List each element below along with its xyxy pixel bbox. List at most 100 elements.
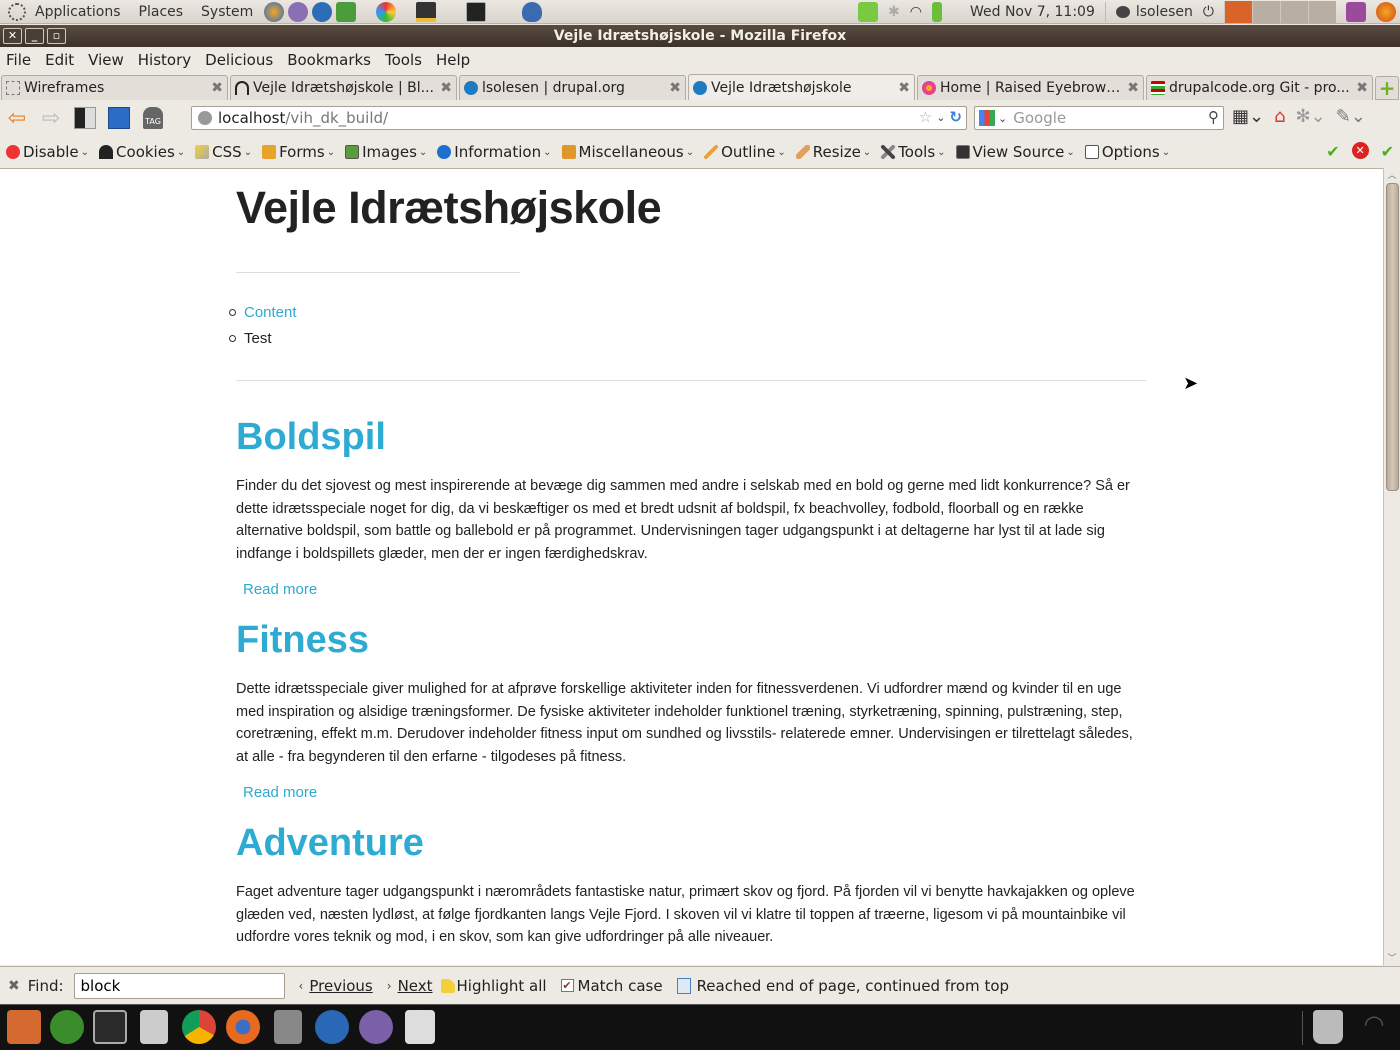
window-button[interactable]: [1308, 1, 1336, 23]
picasa-launcher-icon[interactable]: [376, 1, 397, 22]
firebug-icon[interactable]: ✻⌄: [1296, 106, 1326, 127]
menu-history[interactable]: History: [131, 51, 198, 69]
nav-item-content[interactable]: Content: [229, 299, 1146, 325]
article-title[interactable]: Fitness: [236, 616, 1146, 664]
window-button[interactable]: [1280, 1, 1308, 23]
battery-icon[interactable]: [931, 2, 942, 22]
html-valid-check-icon[interactable]: ✔: [1381, 142, 1394, 161]
wd-resize-menu[interactable]: Resize ⌄: [790, 143, 875, 161]
thunderbird-app-icon[interactable]: [315, 1010, 349, 1044]
panel-menu-applications[interactable]: Applications: [26, 4, 130, 20]
window-maximize-button[interactable]: ▫: [47, 28, 66, 44]
calculator-app-icon[interactable]: [274, 1010, 302, 1044]
forward-button[interactable]: ⇨: [38, 105, 64, 131]
menu-file[interactable]: File: [0, 51, 38, 69]
new-tab-button[interactable]: +: [1375, 76, 1399, 100]
vertical-scrollbar[interactable]: ︿ ﹀: [1383, 168, 1400, 965]
tab-vejle-blog[interactable]: Vejle Idrætshøjskole | Bl... ✖: [230, 75, 457, 100]
window-list[interactable]: [1224, 1, 1336, 23]
wd-css-menu[interactable]: CSS ⌄: [189, 143, 256, 161]
workspace-switcher-icon[interactable]: [1346, 2, 1366, 22]
search-input[interactable]: ⌄ Google ⚲: [974, 106, 1224, 130]
reload-button[interactable]: ↻: [949, 108, 962, 126]
wd-images-menu[interactable]: Images ⌄: [339, 143, 431, 161]
window-minimize-button[interactable]: _: [25, 28, 44, 44]
menu-edit[interactable]: Edit: [38, 51, 81, 69]
wd-outline-menu[interactable]: Outline ⌄: [698, 143, 790, 161]
read-more-link[interactable]: Read more: [243, 784, 317, 801]
panel-menu-places[interactable]: Places: [130, 4, 193, 20]
tab-close-icon[interactable]: ✖: [898, 80, 910, 96]
chrome-app-icon[interactable]: [182, 1010, 216, 1044]
wd-tools-menu[interactable]: Tools ⌄: [875, 143, 949, 161]
addon-grid-icon[interactable]: ▦⌄: [1232, 106, 1264, 127]
wd-miscellaneous-menu[interactable]: Miscellaneous ⌄: [556, 143, 699, 161]
terminal-launcher-icon[interactable]: [466, 1, 487, 22]
google-engine-icon[interactable]: [979, 110, 995, 126]
tab-wireframes[interactable]: Wireframes ✖: [1, 75, 228, 100]
eyedropper-icon[interactable]: ✎⌄: [1336, 106, 1366, 127]
menu-tools[interactable]: Tools: [378, 51, 429, 69]
find-close-icon[interactable]: ✖: [8, 978, 20, 994]
wd-options-menu[interactable]: Options ⌄: [1079, 143, 1174, 161]
firefox-app-icon[interactable]: [226, 1010, 260, 1044]
wd-view-source-menu[interactable]: View Source ⌄: [950, 143, 1079, 161]
home-icon[interactable]: ⌂: [1274, 106, 1285, 127]
terminal-app-icon[interactable]: [93, 1010, 127, 1044]
pidgin-launcher-icon[interactable]: [288, 1, 309, 22]
thunderbird-launcher-icon[interactable]: [312, 1, 333, 22]
delicious-icon[interactable]: [72, 105, 98, 131]
find-input[interactable]: [73, 972, 285, 999]
tab-close-icon[interactable]: ✖: [211, 80, 223, 96]
find-next-button[interactable]: › Next: [387, 977, 433, 995]
find-previous-button[interactable]: ‹ Previous: [299, 977, 373, 995]
match-case-checkbox[interactable]: ✔ Match case: [560, 977, 663, 995]
tab-raised-eyebrow[interactable]: Home | Raised Eyebrow ... ✖: [917, 75, 1144, 100]
firefox-launcher-icon[interactable]: [264, 1, 285, 22]
search-icon[interactable]: ⚲: [1208, 108, 1219, 126]
bookmark-star-icon[interactable]: ☆: [919, 108, 932, 126]
menu-delicious[interactable]: Delicious: [198, 51, 280, 69]
ubuntu-logo-icon[interactable]: [8, 2, 26, 21]
menu-view[interactable]: View: [81, 51, 131, 69]
bluetooth-icon[interactable]: ✱: [888, 4, 900, 20]
wd-forms-menu[interactable]: Forms ⌄: [256, 143, 339, 161]
css-valid-check-icon[interactable]: ✔: [1326, 142, 1339, 161]
clock[interactable]: Wed Nov 7, 11:09: [970, 4, 1095, 20]
scroll-up-arrow-icon[interactable]: ︿: [1384, 168, 1400, 182]
js-error-icon[interactable]: ✕: [1351, 142, 1369, 159]
url-bar[interactable]: localhost/vih_dk_build/ ☆ ⌄ ↻: [191, 106, 967, 130]
read-more-link[interactable]: Read more: [243, 581, 317, 598]
tab-vejle-active[interactable]: Vejle Idrætshøjskole ✖: [688, 74, 915, 100]
tab-close-icon[interactable]: ✖: [669, 80, 681, 96]
wd-disable-menu[interactable]: Disable ⌄: [0, 143, 93, 161]
pidgin-app-icon[interactable]: [359, 1010, 393, 1044]
anchor-app-icon[interactable]: [7, 1010, 41, 1044]
article-title[interactable]: Boldspil: [236, 413, 1146, 461]
tab-lsolesen-drupal[interactable]: lsolesen | drupal.org ✖: [459, 75, 686, 100]
inkscape-launcher-icon[interactable]: [336, 1, 357, 22]
tab-close-icon[interactable]: ✖: [440, 80, 452, 96]
screenshot-launcher-icon[interactable]: [416, 1, 437, 22]
read-more-link[interactable]: Read more: [243, 965, 317, 966]
text-editor-app-icon[interactable]: [405, 1010, 435, 1044]
tab-drupalcode-git[interactable]: drupalcode.org Git - pro... ✖: [1146, 75, 1373, 100]
wd-cookies-menu[interactable]: Cookies ⌄: [93, 143, 189, 161]
gnome-foot-icon[interactable]: [522, 1, 543, 22]
wifi-dock-icon[interactable]: ◠: [1360, 1010, 1388, 1044]
firefox-window-button[interactable]: [1224, 1, 1252, 23]
update-notifier-icon[interactable]: [858, 2, 879, 22]
inkscape-app-icon[interactable]: [50, 1010, 84, 1044]
scroll-down-arrow-icon[interactable]: ﹀: [1384, 951, 1400, 965]
menu-bookmarks[interactable]: Bookmarks: [280, 51, 378, 69]
back-button[interactable]: ⇦: [4, 105, 30, 131]
article-title[interactable]: Adventure: [236, 819, 1146, 867]
tab-close-icon[interactable]: ✖: [1127, 80, 1139, 96]
url-dropdown-icon[interactable]: ⌄: [936, 111, 945, 124]
tab-close-icon[interactable]: ✖: [1356, 80, 1368, 96]
search-engine-dropdown-icon[interactable]: ⌄: [998, 112, 1007, 125]
trash-icon[interactable]: [1313, 1010, 1343, 1044]
power-icon[interactable]: ⏻: [1203, 4, 1214, 20]
tag-icon[interactable]: TAG: [140, 105, 166, 131]
window-close-button[interactable]: ✕: [3, 28, 22, 44]
